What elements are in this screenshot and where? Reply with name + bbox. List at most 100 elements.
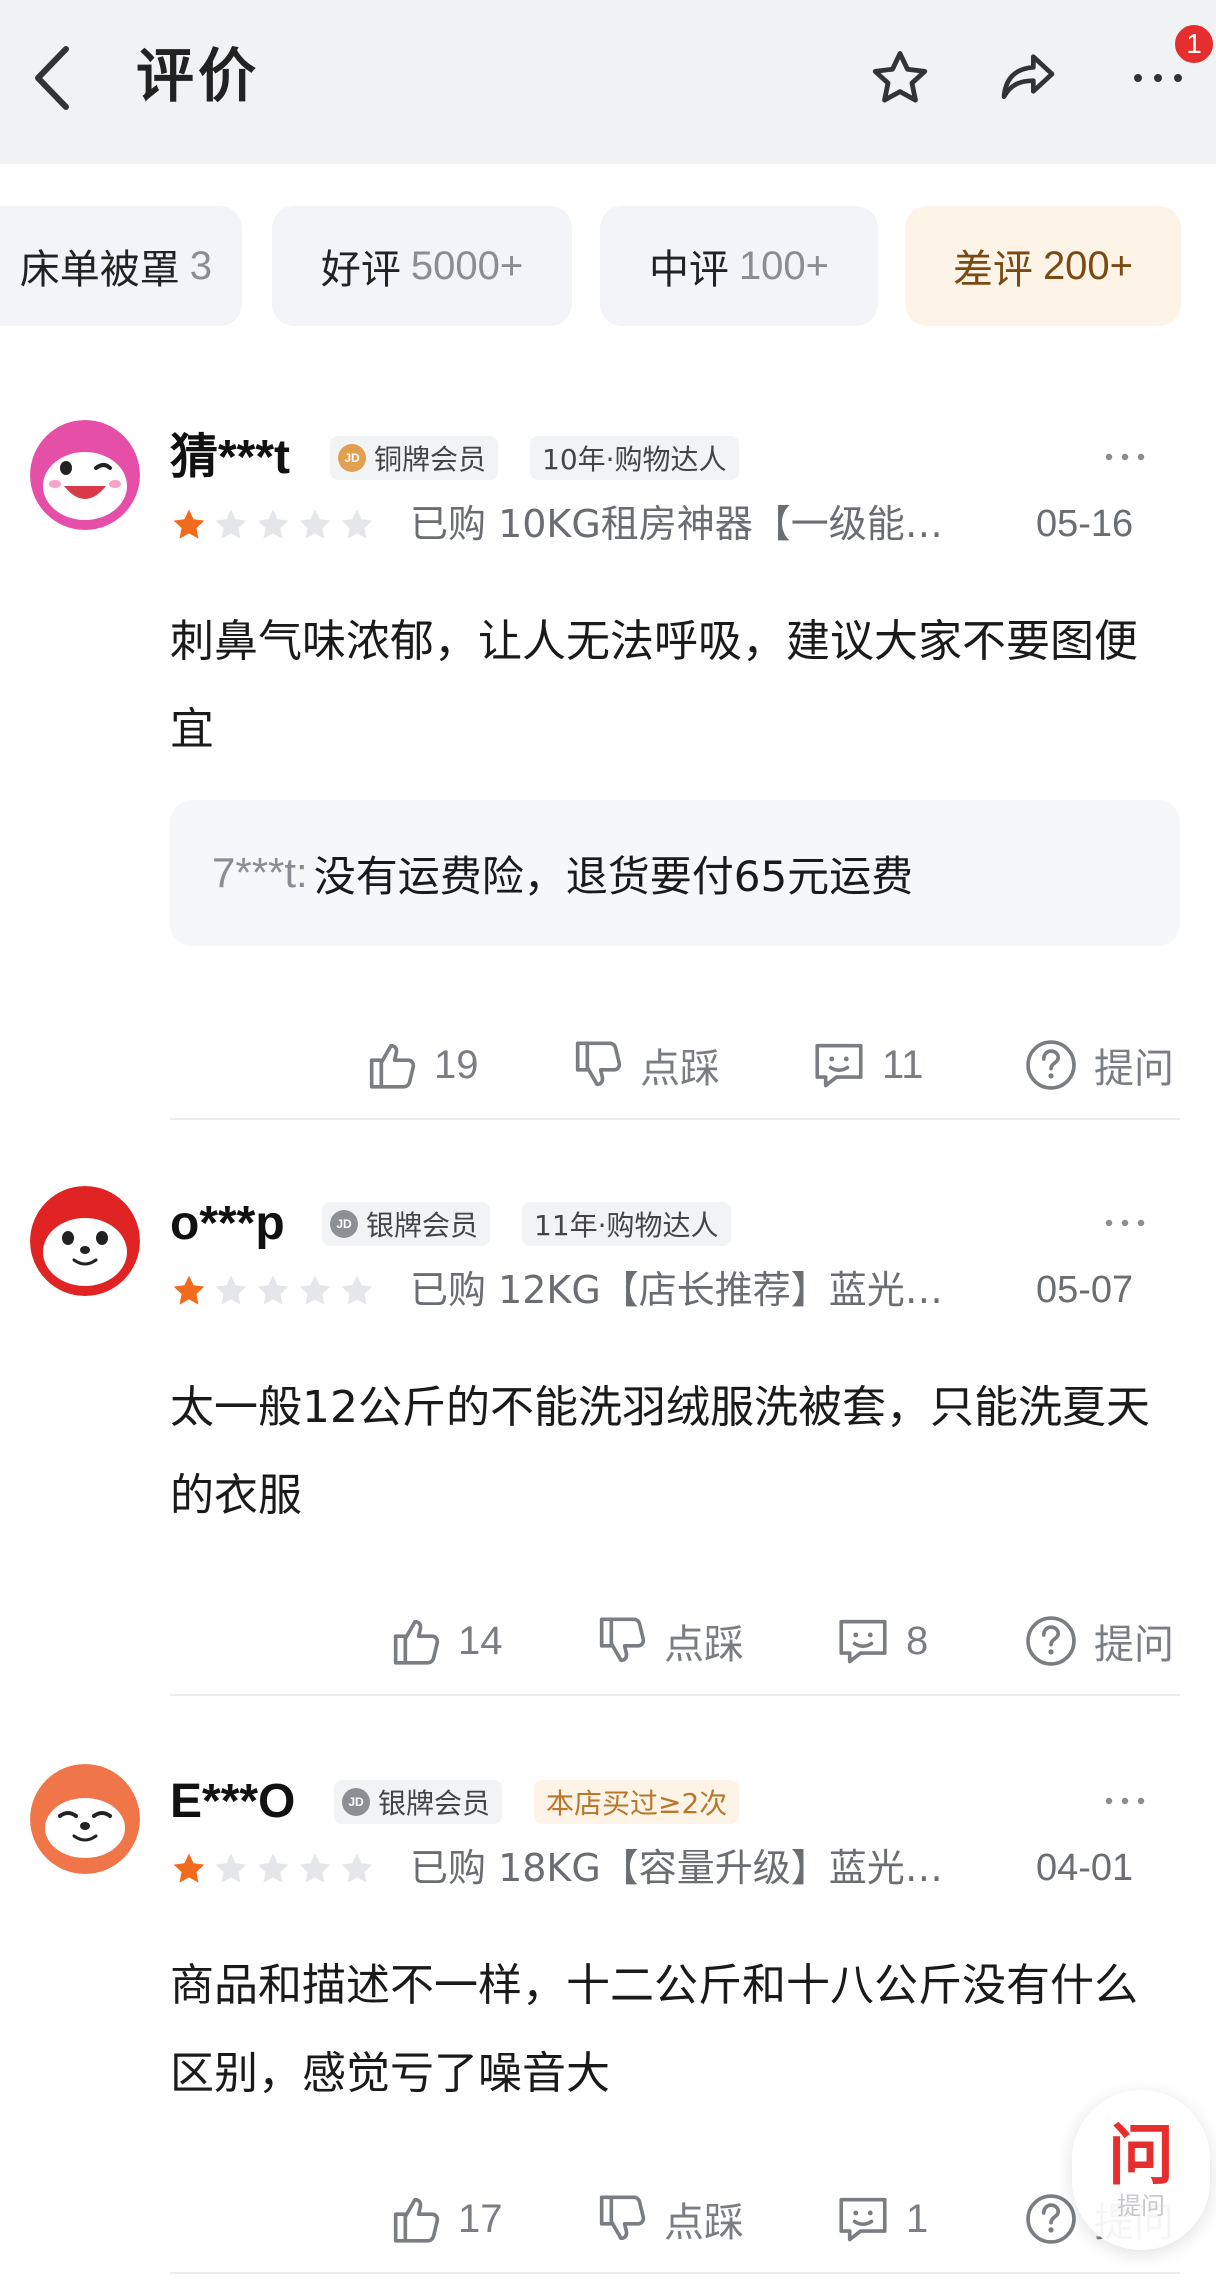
- question-icon: [1022, 2190, 1080, 2248]
- comment-icon: [834, 2190, 892, 2248]
- star-empty-icon: [338, 1850, 376, 1888]
- rating-stars: [170, 1272, 376, 1310]
- like-count: 19: [434, 1042, 479, 1087]
- dislike-button[interactable]: 点踩: [592, 2184, 744, 2254]
- filter-count: 200+: [1042, 243, 1134, 288]
- divider: [170, 1694, 1180, 1696]
- star-filled-icon: [170, 1850, 208, 1888]
- notification-badge: 1: [1172, 22, 1216, 66]
- filter-chip-positive[interactable]: 好评 5000+: [272, 206, 572, 326]
- member-level-label: 铜牌会员: [374, 443, 487, 476]
- dislike-label: 点踩: [640, 1046, 720, 1092]
- filter-label: 中评: [648, 247, 729, 293]
- rating-stars: [170, 1850, 376, 1888]
- dislike-button[interactable]: 点踩: [568, 1030, 720, 1100]
- filter-chip-negative[interactable]: 差评 200+: [905, 206, 1181, 326]
- comment-count: 8: [906, 1618, 929, 1663]
- star-empty-icon: [254, 1272, 292, 1310]
- reply-box[interactable]: 7***t: 没有运费险，退货要付65元运费: [170, 800, 1180, 946]
- back-button[interactable]: [22, 38, 82, 118]
- dislike-label: 点踩: [664, 2200, 744, 2246]
- review-date: 04-01: [1036, 1847, 1134, 1889]
- review-more-button[interactable]: [1090, 432, 1160, 482]
- like-button[interactable]: 14: [386, 1606, 503, 1676]
- avatar[interactable]: [30, 1186, 140, 1296]
- repeat-buyer-tag: 本店买过≥2次: [534, 1780, 740, 1824]
- review-actions: 14 点踩 8 提问: [0, 1606, 1216, 1676]
- favorite-button[interactable]: [860, 38, 940, 118]
- purchased-variant[interactable]: 已购 18KG【容量升级】蓝光风干: [410, 1840, 970, 1896]
- comment-button[interactable]: 8: [834, 1606, 928, 1676]
- like-button[interactable]: 19: [362, 1030, 479, 1100]
- reply-text: 没有运费险，退货要付65元运费: [313, 851, 914, 901]
- member-level-badge: JD 银牌会员: [334, 1780, 503, 1824]
- thumb-down-icon: [592, 2190, 650, 2248]
- review-date: 05-16: [1036, 503, 1134, 545]
- ask-label: 提问: [1094, 1046, 1174, 1092]
- avatar[interactable]: [30, 420, 140, 530]
- star-empty-icon: [212, 1272, 250, 1310]
- dislike-button[interactable]: 点踩: [592, 1606, 744, 1676]
- avatar[interactable]: [30, 1764, 140, 1874]
- star-empty-icon: [212, 506, 250, 544]
- comment-icon: [810, 1036, 868, 1094]
- purchased-variant[interactable]: 已购 10KG租房神器【一级能效】: [410, 496, 970, 552]
- filter-count: 100+: [738, 243, 830, 288]
- rating-stars: [170, 506, 376, 544]
- review-more-button[interactable]: [1090, 1776, 1160, 1826]
- comment-count: 1: [906, 2196, 929, 2241]
- member-level-badge: JD 银牌会员: [322, 1202, 491, 1246]
- star-filled-icon: [170, 1272, 208, 1310]
- ask-label: 提问: [1094, 1622, 1174, 1668]
- review-text[interactable]: 刺鼻气味浓郁，让人无法呼吸，建议大家不要图便宜: [170, 598, 1170, 774]
- review-more-button[interactable]: [1090, 1198, 1160, 1248]
- filter-chip-neutral[interactable]: 中评 100+: [600, 206, 878, 326]
- floating-ask-button[interactable]: 问 提问: [1072, 2090, 1210, 2250]
- review-text[interactable]: 商品和描述不一样，十二公斤和十八公斤没有什么区别，感觉亏了噪音大: [170, 1942, 1170, 2118]
- ask-button[interactable]: 提问: [1022, 1030, 1174, 1100]
- review-actions: 19 点踩 11 提问: [0, 1030, 1216, 1100]
- star-filled-icon: [170, 506, 208, 544]
- star-outline-icon: [872, 51, 928, 103]
- username[interactable]: 猜***t: [170, 428, 290, 488]
- review-card: E***O JD 银牌会员 本店买过≥2次 已购 18KG【容量升级】蓝光风干 0…: [0, 1764, 1216, 2282]
- filter-count: 3: [189, 243, 212, 288]
- filter-chip-bedding[interactable]: 床单被罩 3: [0, 206, 242, 326]
- comment-button[interactable]: 11: [810, 1030, 924, 1100]
- ask-label: 提问: [1117, 2192, 1165, 2220]
- filter-label: 床单被罩: [19, 247, 180, 293]
- review-card: 猜***t JD 铜牌会员 10年·购物达人 已购 10KG租房神器【一级能效】 …: [0, 420, 1216, 1120]
- top-app-bar: 评价 1: [0, 0, 1216, 164]
- reply-user: 7***t:: [212, 849, 308, 896]
- star-empty-icon: [338, 1272, 376, 1310]
- shopper-tag: 11年·购物达人: [522, 1202, 731, 1246]
- question-icon: [1022, 1036, 1080, 1094]
- ask-glyph: 问: [1108, 2117, 1174, 2194]
- like-count: 17: [458, 2196, 503, 2241]
- star-empty-icon: [296, 1850, 334, 1888]
- member-level-label: 银牌会员: [378, 1787, 491, 1820]
- filter-count: 5000+: [410, 243, 524, 288]
- divider: [170, 1118, 1180, 1120]
- share-icon: [1001, 54, 1055, 99]
- share-button[interactable]: [988, 38, 1068, 118]
- comment-button[interactable]: 1: [834, 2184, 928, 2254]
- filter-label: 差评: [952, 247, 1033, 293]
- more-dots-icon: [1099, 1793, 1151, 1809]
- like-button[interactable]: 17: [386, 2184, 503, 2254]
- star-empty-icon: [296, 1272, 334, 1310]
- review-text[interactable]: 太一般12公斤的不能洗羽绒服洗被套，只能洗夏天的衣服: [170, 1364, 1170, 1540]
- purchased-variant[interactable]: 已购 12KG【店长推荐】蓝光风干: [410, 1262, 970, 1318]
- shopper-tag: 10年·购物达人: [530, 436, 739, 480]
- review-card: o***p JD 银牌会员 11年·购物达人 已购 12KG【店长推荐】蓝光风干 …: [0, 1186, 1216, 1706]
- username[interactable]: E***O: [170, 1772, 295, 1832]
- thumb-down-icon: [592, 1612, 650, 1670]
- mascot-avatar-icon: [30, 1764, 140, 1874]
- username[interactable]: o***p: [170, 1194, 285, 1254]
- ask-button[interactable]: 提问: [1022, 1606, 1174, 1676]
- comment-icon: [834, 1612, 892, 1670]
- mascot-avatar-icon: [30, 420, 140, 530]
- dislike-label: 点踩: [664, 1622, 744, 1668]
- star-empty-icon: [338, 506, 376, 544]
- more-dots-icon: [1126, 68, 1190, 88]
